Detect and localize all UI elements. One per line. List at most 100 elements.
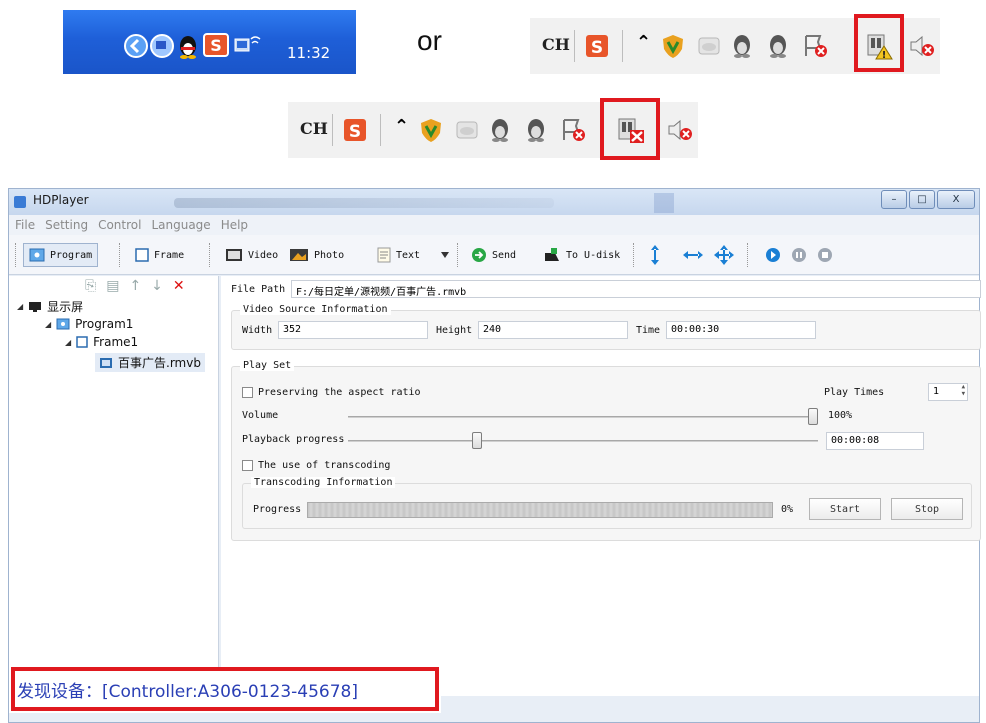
tree-node-program[interactable]: ◢ Program1 [45,317,133,331]
transcoding-label: The use of transcoding [258,460,391,471]
vertical-resize-icon[interactable] [649,243,661,267]
tree-node-file[interactable]: 百事广告.rmvb [95,353,205,372]
hdplayer-window: HDPlayer – □ X File Setting Control Lang… [8,188,981,723]
spinner-arrows-icon[interactable]: ▴ ▾ [961,384,966,399]
device-found-status: 发现设备：[Controller:A306-0123-45678] [17,682,359,702]
height-field[interactable]: 240 [478,321,628,339]
play-times-spinner[interactable]: 1 ▴ ▾ [928,383,968,401]
text-button[interactable]: Text [377,243,420,267]
horizontal-resize-icon[interactable] [681,243,705,267]
tree-node-frame[interactable]: ◢ Frame1 [65,335,138,349]
volume-muted-icon[interactable] [666,117,694,143]
volume-slider-thumb[interactable] [808,408,818,425]
sogou-ime-icon[interactable]: S [584,33,610,59]
playback-slider-thumb[interactable] [472,432,483,449]
video-file-icon [100,357,112,368]
stop-icon[interactable] [817,243,833,267]
wireless-network-icon[interactable] [233,33,263,57]
time-field[interactable]: 00:00:30 [666,321,816,339]
move-icon[interactable] [713,243,735,267]
maximize-button[interactable]: □ [909,190,935,209]
toolbar-divider [119,243,122,267]
minimize-button[interactable]: – [881,190,907,209]
start-button[interactable]: Start [809,498,881,520]
tree-node-label: 百事广告.rmvb [118,356,201,370]
menu-setting[interactable]: Setting [45,218,88,232]
frame-button[interactable]: Frame [135,243,184,267]
program-icon [56,318,70,330]
toolbar-divider [457,243,460,267]
send-icon [472,248,486,262]
move-down-icon[interactable]: ↓ [151,278,163,294]
aspect-ratio-checkbox[interactable] [242,387,253,398]
program-label: Program [50,249,93,261]
photo-label: Photo [314,249,345,261]
sogou-ime-icon[interactable]: S [342,117,368,143]
menu-help[interactable]: Help [221,218,248,232]
cloud-icon[interactable] [696,33,722,59]
menu-file[interactable]: File [15,218,35,232]
text-label: Text [396,249,421,261]
play-icon[interactable] [765,243,781,267]
ime-indicator[interactable]: CH [300,119,328,138]
qq-penguin-icon-2[interactable] [766,33,790,59]
play-times-value: 1 [933,386,940,397]
ime-indicator[interactable]: CH [542,35,570,54]
shield-icon[interactable] [418,117,444,143]
program-button[interactable]: Program [23,243,99,267]
send-button[interactable]: Send [471,243,516,267]
volume-slider-track[interactable] [348,416,818,418]
transcoding-checkbox[interactable] [242,460,253,471]
system-tray-warning: CH S ⌃ ! [530,14,940,74]
qq-penguin-icon[interactable] [730,33,754,59]
to-udisk-button[interactable]: To U-disk [543,243,620,267]
menu-language[interactable]: Language [151,218,210,232]
playback-time-field[interactable]: 00:00:08 [826,432,924,450]
shield-icon[interactable] [660,33,686,59]
menu-control[interactable]: Control [98,218,141,232]
network-warning-icon[interactable]: ! [865,33,893,61]
expand-arrow-icon[interactable]: ◢ [65,338,71,347]
qq-penguin-icon[interactable] [176,33,200,59]
back-arrow-icon[interactable] [123,33,149,59]
stop-button[interactable]: Stop [891,498,963,520]
network-icon[interactable] [149,33,175,59]
divider [332,114,333,146]
flag-error-icon[interactable] [802,33,830,59]
file-path-field[interactable]: F:/每日定单/源视频/百事广告.rmvb [291,280,981,298]
properties-panel: File Path F:/每日定单/源视频/百事广告.rmvb Video So… [221,276,981,696]
tree-node-screen[interactable]: ◢ 显示屏 [17,298,83,315]
play-set-title: Play Set [240,360,295,371]
expand-tray-icon[interactable]: ⌃ [636,32,651,53]
flag-error-icon[interactable] [560,117,588,143]
delete-icon[interactable]: ✕ [173,278,185,294]
video-button[interactable]: Video [225,243,278,267]
or-label: or [417,25,442,56]
expand-arrow-icon[interactable]: ◢ [17,302,23,311]
play-times-label: Play Times [824,387,885,398]
network-disconnected-icon[interactable] [616,117,646,145]
qq-penguin-icon[interactable] [488,117,512,143]
volume-muted-icon[interactable] [908,33,936,59]
playback-slider-track[interactable] [348,440,818,442]
sogou-ime-icon[interactable]: S [203,33,229,57]
divider [622,30,623,62]
expand-arrow-icon[interactable]: ◢ [45,320,51,329]
text-dropdown[interactable] [441,243,449,267]
width-field[interactable]: 352 [278,321,428,339]
title-bar[interactable]: HDPlayer – □ X [9,189,979,215]
qq-penguin-icon-2[interactable] [524,117,548,143]
expand-tray-icon[interactable]: ⌃ [394,116,409,137]
move-up-icon[interactable]: ↑ [129,278,141,294]
svg-text:S: S [349,122,361,142]
pause-icon[interactable] [791,243,807,267]
video-source-title: Video Source Information [240,304,391,315]
photo-button[interactable]: Photo [289,243,344,267]
cloud-icon[interactable] [454,117,480,143]
playback-progress-label: Playback progress [242,434,345,445]
paste-icon[interactable]: ▤ [106,278,119,294]
frame-icon [76,336,88,348]
clock[interactable]: 11:32 [287,44,330,62]
copy-icon[interactable]: ⎘ [85,278,96,294]
close-button[interactable]: X [937,190,975,209]
